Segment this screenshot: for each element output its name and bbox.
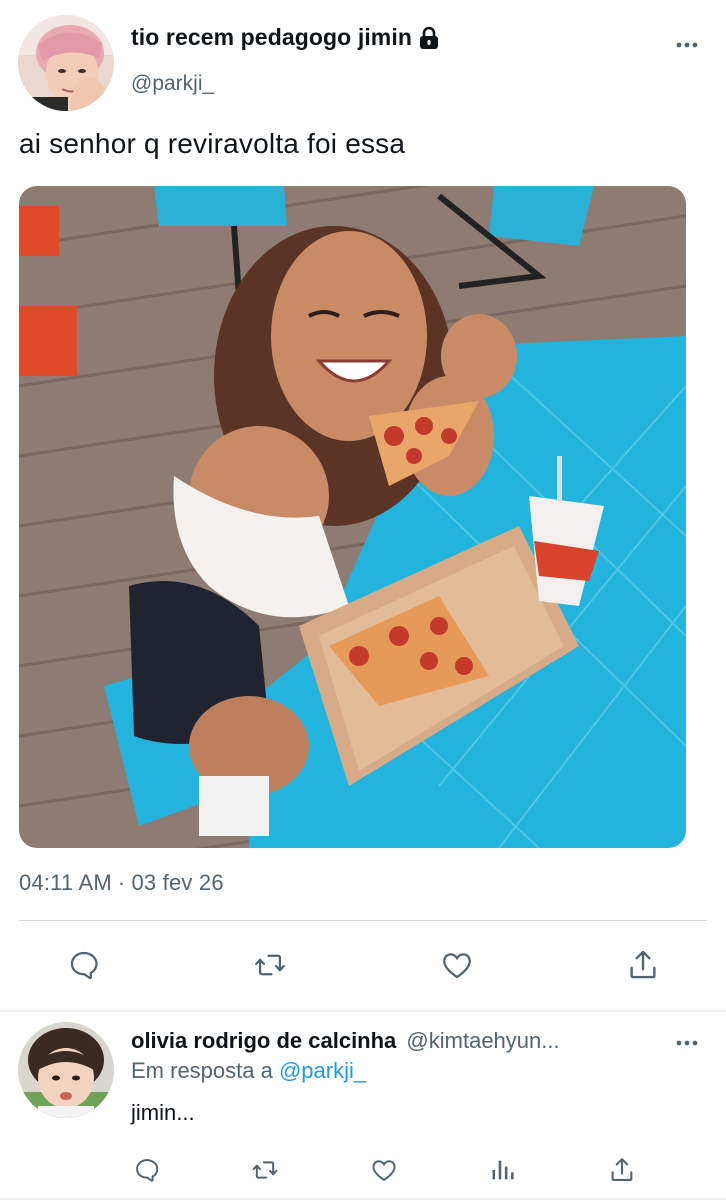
tweet-text: ai senhor q reviravolta foi essa xyxy=(19,128,406,159)
reply-icon[interactable] xyxy=(127,1150,167,1190)
replying-to-label: Em resposta a xyxy=(131,1058,273,1083)
reply-header: olivia rodrigo de calcinha @kimtaehyun..… xyxy=(131,1028,671,1054)
reply-author-handle[interactable]: @kimtaehyun... xyxy=(406,1028,559,1053)
author-name-text[interactable]: tio recem pedagogo jimin xyxy=(131,24,412,51)
retweet-icon[interactable] xyxy=(245,1150,285,1190)
tweet-photo[interactable] xyxy=(19,186,686,848)
tweet-timestamp[interactable]: 04:11 AM · 03 fev 26 xyxy=(19,870,224,896)
analytics-icon[interactable] xyxy=(483,1150,523,1190)
like-icon[interactable] xyxy=(364,1150,404,1190)
replying-to: Em resposta a @parkji_ xyxy=(131,1058,366,1084)
author-avatar[interactable] xyxy=(18,15,114,111)
more-options-icon[interactable] xyxy=(675,34,699,56)
reply-icon[interactable] xyxy=(64,945,104,985)
tweet-actions xyxy=(0,945,726,985)
share-icon[interactable] xyxy=(602,1150,642,1190)
retweet-icon[interactable] xyxy=(250,945,290,985)
like-icon[interactable] xyxy=(437,945,477,985)
main-tweet: tio recem pedagogo jimin @parkji_ ai sen… xyxy=(0,0,726,1012)
share-icon[interactable] xyxy=(623,945,663,985)
tweet-date[interactable]: 03 fev 26 xyxy=(131,870,223,895)
replying-to-mention[interactable]: @parkji_ xyxy=(279,1058,366,1083)
reply-author-avatar[interactable] xyxy=(18,1022,114,1118)
lock-icon xyxy=(418,26,440,50)
reply-author-name[interactable]: olivia rodrigo de calcinha xyxy=(131,1028,396,1053)
author-handle[interactable]: @parkji_ xyxy=(131,72,214,96)
divider xyxy=(19,920,707,921)
tweet-time[interactable]: 04:11 AM xyxy=(19,870,112,895)
reply-text: jimin... xyxy=(131,1100,195,1125)
author-name[interactable]: tio recem pedagogo jimin xyxy=(131,24,440,51)
reply-actions xyxy=(0,1150,726,1186)
reply-tweet[interactable]: olivia rodrigo de calcinha @kimtaehyun..… xyxy=(0,1012,726,1200)
timestamp-separator: · xyxy=(117,870,126,895)
reply-more-options-icon[interactable] xyxy=(675,1032,699,1054)
